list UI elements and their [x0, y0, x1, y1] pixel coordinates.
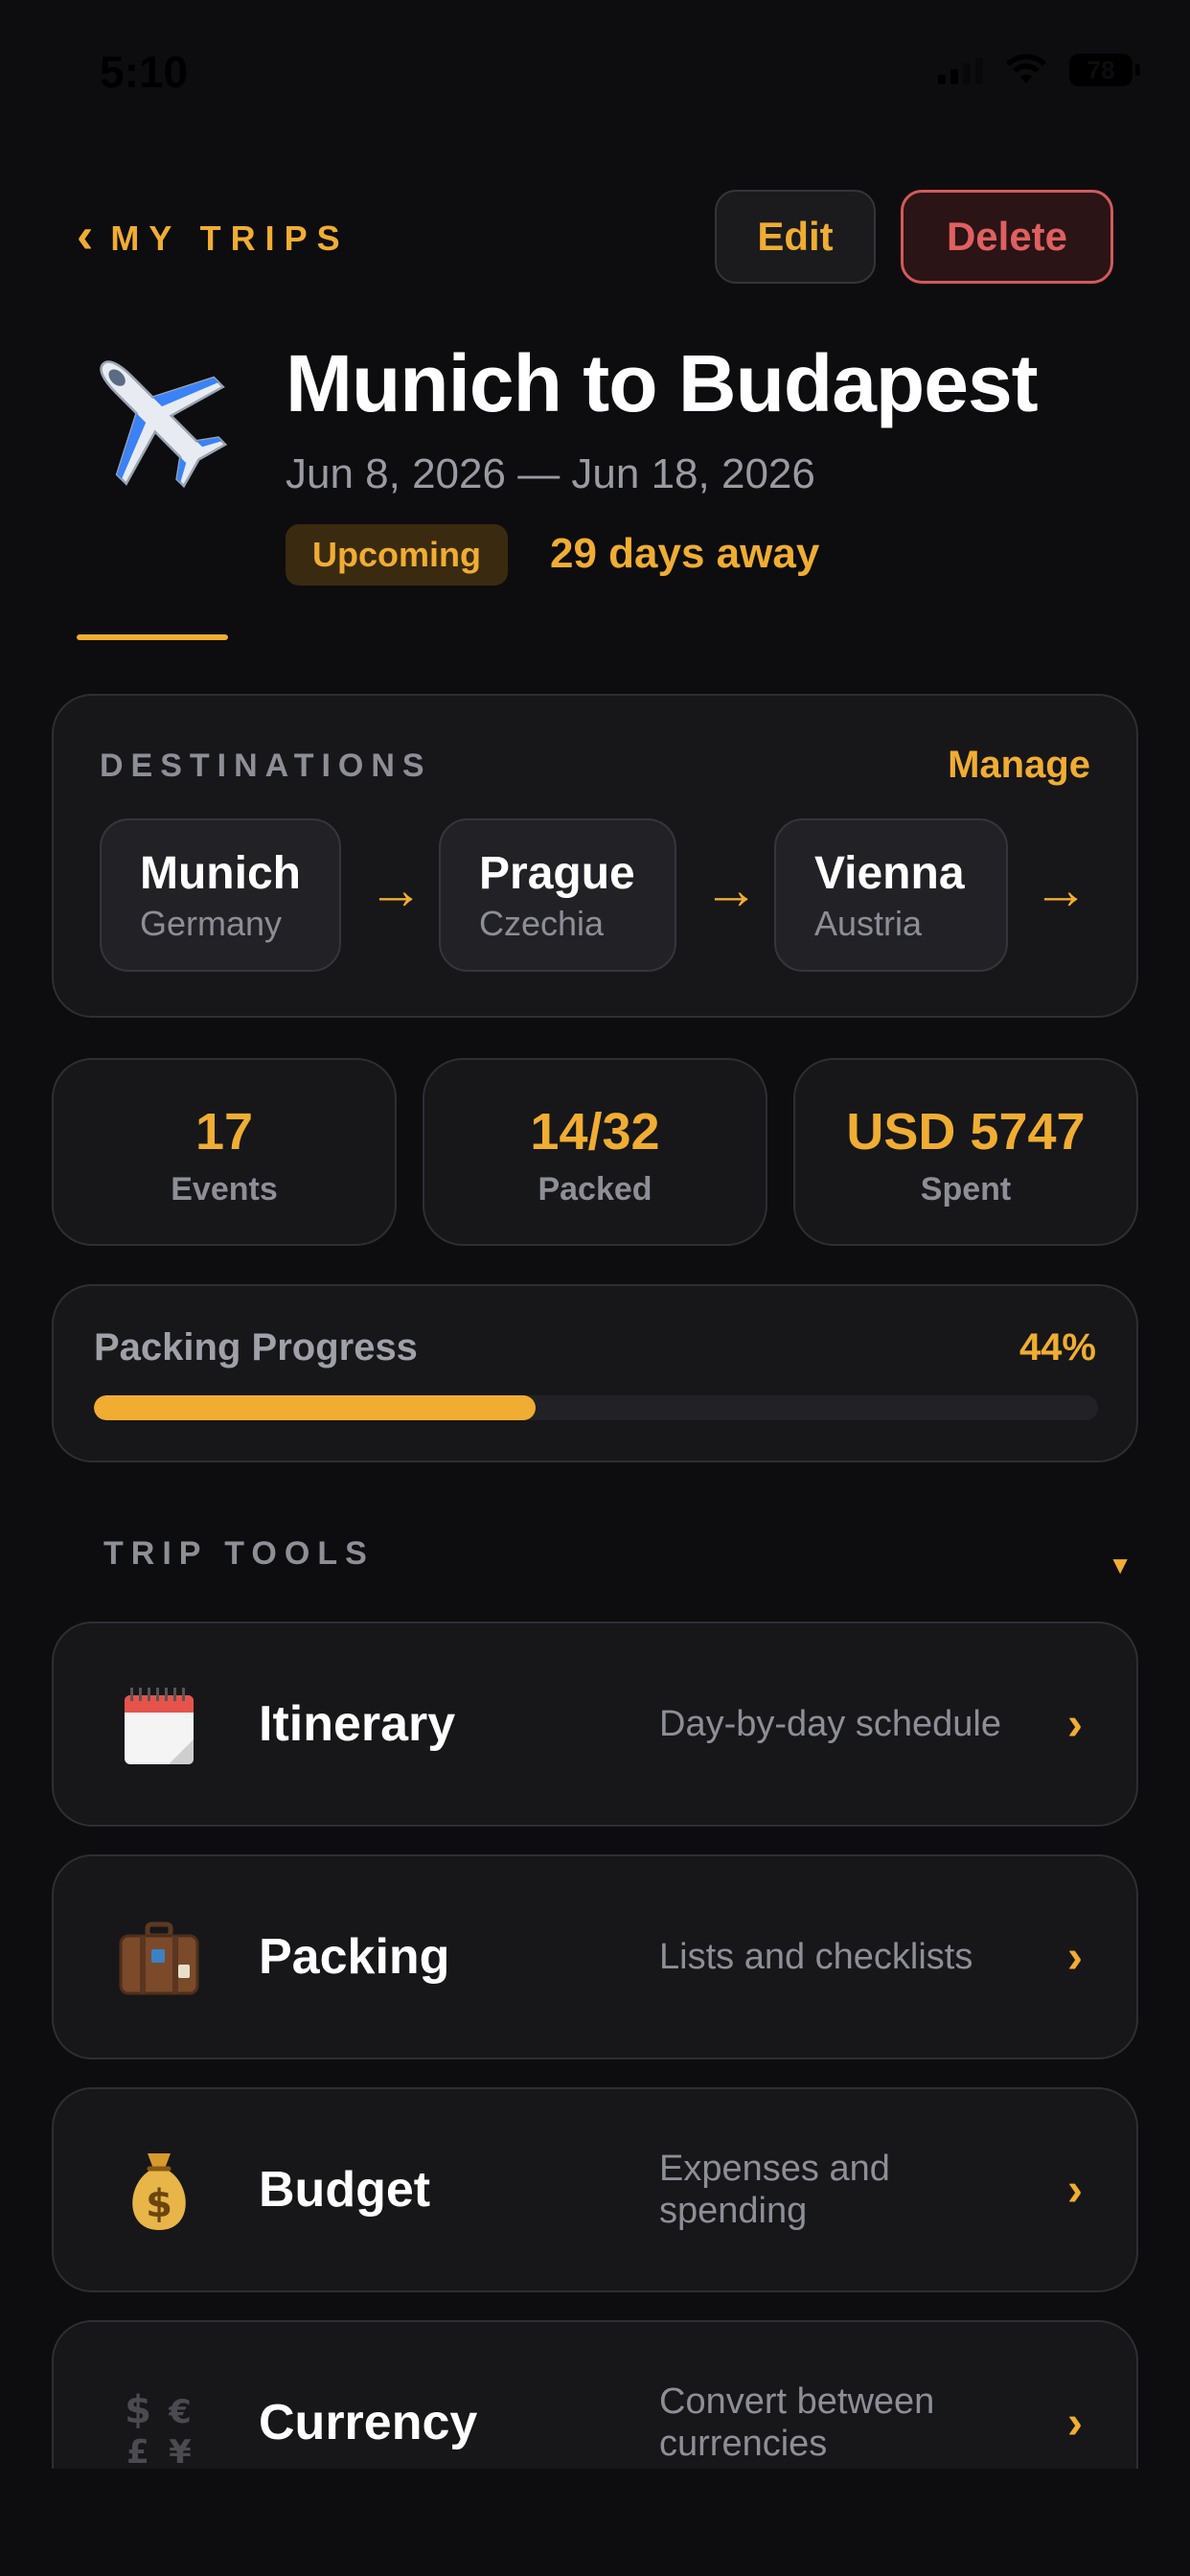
svg-text:€: €: [168, 2393, 192, 2431]
tool-name: Itinerary: [259, 1696, 456, 1752]
trip-title: Munich to Budapest: [286, 338, 1039, 428]
svg-text:$: $: [146, 2182, 172, 2226]
stat-label: Packed: [538, 1171, 652, 1208]
destination-city: Munich: [140, 848, 301, 899]
tool-budget[interactable]: $ Budget Expenses and spending ›: [52, 2087, 1138, 2292]
destination-country: Austria: [814, 904, 923, 943]
tool-packing[interactable]: Packing Lists and checklists ›: [52, 1854, 1138, 2059]
chevron-right-icon: ›: [1067, 1698, 1083, 1750]
tool-name: Budget: [259, 2162, 431, 2218]
tool-itinerary[interactable]: Itinerary Day-by-day schedule ›: [52, 1622, 1138, 1827]
scroll-viewport-edge: [0, 2469, 1190, 2576]
tool-description: Day-by-day schedule: [659, 1704, 1001, 1744]
currency-exchange-icon: $ € £ ¥: [125, 2388, 192, 2472]
caret-down-icon[interactable]: ▼: [1108, 1551, 1133, 1580]
stat-events[interactable]: 17 Events: [52, 1058, 397, 1246]
stat-value: USD 5747: [846, 1103, 1086, 1161]
stat-value: 17: [195, 1103, 254, 1161]
tool-description: Lists and checklists: [659, 1937, 973, 1977]
destination-country: Czechia: [479, 904, 605, 943]
status-badge: Upcoming: [286, 524, 508, 586]
money-bag-icon: $: [132, 2153, 186, 2230]
airplane-icon: [100, 360, 228, 489]
chevron-right-icon: ›: [1067, 2164, 1083, 2216]
svg-text:¥: ¥: [169, 2433, 192, 2472]
progress-label: Packing Progress: [94, 1326, 418, 1368]
arrow-right-icon: →: [368, 859, 423, 921]
back-label: MY TRIPS: [110, 218, 350, 258]
destination-item[interactable]: Munich Germany: [100, 818, 341, 972]
destination-item[interactable]: Vienna Austria: [774, 818, 1008, 972]
suitcase-icon: [119, 1921, 199, 1995]
trip-dates: Jun 8, 2026 — Jun 18, 2026: [286, 450, 815, 497]
progress-bar-fill: [94, 1395, 537, 1420]
status-time: 5:10: [100, 47, 189, 97]
trip-tools-label: TRIP TOOLS: [103, 1535, 375, 1572]
chevron-right-icon: ›: [1067, 1931, 1083, 1983]
tool-name: Packing: [259, 1929, 450, 1985]
destination-item[interactable]: Prague Czechia: [439, 818, 676, 972]
delete-button[interactable]: Delete: [901, 190, 1113, 284]
signal-icon: [938, 56, 983, 84]
calendar-icon: [125, 1688, 194, 1764]
back-button[interactable]: ‹ MY TRIPS: [77, 211, 350, 261]
arrow-right-icon: →: [1033, 859, 1088, 921]
progress-bar: [94, 1395, 1098, 1420]
edit-button[interactable]: Edit: [715, 190, 876, 284]
destinations-label: DESTINATIONS: [100, 748, 432, 784]
destination-city: Vienna: [814, 848, 965, 899]
arrow-right-icon: →: [703, 859, 759, 921]
chevron-left-icon: ‹: [77, 208, 94, 264]
title-underline: [77, 634, 228, 640]
status-icons: 78: [938, 54, 1140, 86]
stat-spent[interactable]: USD 5747 Spent: [793, 1058, 1138, 1246]
stat-packed[interactable]: 14/32 Packed: [423, 1058, 767, 1246]
svg-text:$: $: [125, 2388, 151, 2432]
stat-label: Events: [171, 1171, 278, 1208]
progress-percent: 44%: [1018, 1326, 1096, 1368]
manage-destinations-button[interactable]: Manage: [948, 744, 1090, 787]
stat-label: Spent: [920, 1171, 1012, 1208]
trip-countdown: 29 days away: [550, 530, 820, 577]
packing-progress-card: [52, 1284, 1138, 1462]
stat-value: 14/32: [530, 1103, 660, 1161]
destination-country: Germany: [140, 904, 283, 943]
tool-description: Expenses and spending: [659, 2149, 890, 2231]
svg-text:£: £: [126, 2433, 149, 2472]
wifi-icon: [1006, 54, 1046, 83]
battery-icon: 78: [1069, 54, 1140, 86]
destination-city: Prague: [479, 848, 635, 899]
